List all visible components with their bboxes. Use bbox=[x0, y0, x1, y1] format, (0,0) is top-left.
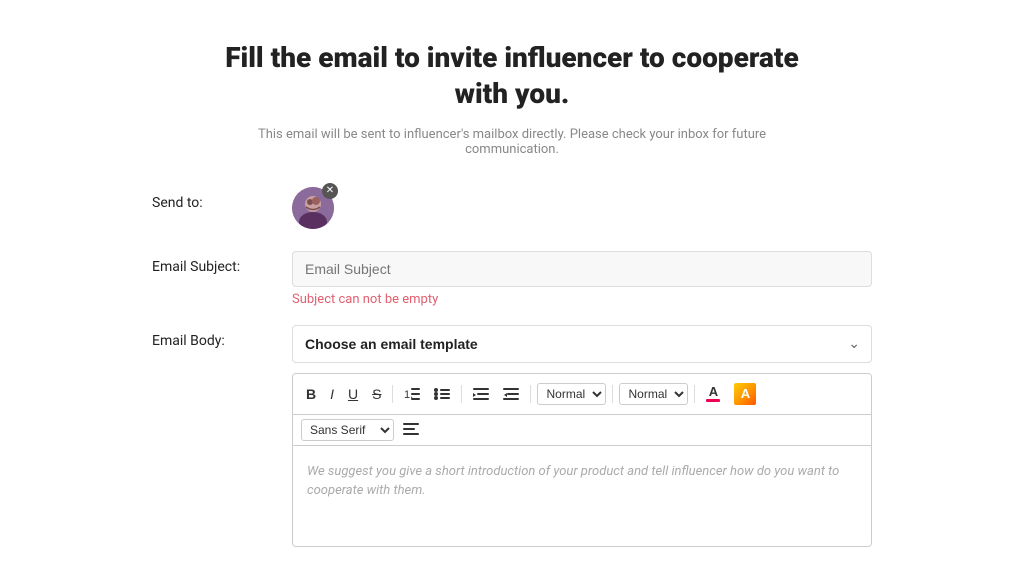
ordered-list-button[interactable]: 1. bbox=[399, 384, 425, 404]
editor-placeholder: We suggest you give a short introduction… bbox=[307, 464, 839, 498]
toolbar-divider-3 bbox=[530, 385, 531, 403]
template-select-wrapper: Choose an email template Introduction Te… bbox=[292, 325, 872, 363]
subject-error: Subject can not be empty bbox=[292, 292, 872, 307]
highlight-icon: A bbox=[734, 383, 756, 405]
send-to-label: Send to: bbox=[152, 187, 292, 211]
unordered-list-button[interactable] bbox=[429, 384, 455, 404]
email-body-label: Email Body: bbox=[152, 325, 292, 349]
email-form: Send to: ✕ Email Subject: bbox=[152, 187, 872, 547]
heading-select[interactable]: Normal H1 H2 H3 bbox=[619, 383, 688, 405]
email-body-row: Email Body: Choose an email template Int… bbox=[152, 325, 872, 547]
toolbar-divider-5 bbox=[694, 385, 695, 403]
editor-toolbar-row1: B I U S 1. bbox=[293, 374, 871, 415]
send-to-field: ✕ bbox=[292, 187, 872, 233]
email-subject-row: Email Subject: Subject can not be empty bbox=[152, 251, 872, 307]
page-title: Fill the email to invite influencer to c… bbox=[212, 40, 812, 113]
avatar-wrap: ✕ bbox=[292, 187, 334, 229]
font-family-select[interactable]: Sans Serif Serif Monospace bbox=[301, 419, 394, 441]
send-to-row: Send to: ✕ bbox=[152, 187, 872, 233]
font-color-button[interactable]: A bbox=[701, 382, 725, 405]
align-button[interactable] bbox=[398, 420, 424, 440]
page-subtitle: This email will be sent to influencer's … bbox=[232, 127, 792, 157]
toolbar-divider-2 bbox=[461, 385, 462, 403]
underline-button[interactable]: U bbox=[343, 383, 363, 405]
email-editor: B I U S 1. bbox=[292, 373, 872, 547]
editor-body[interactable]: We suggest you give a short introduction… bbox=[293, 446, 871, 546]
toolbar-divider-1 bbox=[392, 385, 393, 403]
editor-toolbar-row2: Sans Serif Serif Monospace bbox=[293, 415, 871, 446]
email-subject-field: Subject can not be empty bbox=[292, 251, 872, 307]
font-color-icon: A bbox=[706, 385, 720, 402]
indent-button[interactable] bbox=[468, 384, 494, 404]
outdent-button[interactable] bbox=[498, 384, 524, 404]
strikethrough-button[interactable]: S bbox=[367, 383, 386, 405]
email-body-field: Choose an email template Introduction Te… bbox=[292, 325, 872, 547]
remove-avatar-button[interactable]: ✕ bbox=[322, 183, 338, 199]
bold-button[interactable]: B bbox=[301, 383, 321, 405]
toolbar-divider-4 bbox=[612, 385, 613, 403]
font-size-select[interactable]: Normal Small Large Huge bbox=[537, 383, 606, 405]
highlight-button[interactable]: A bbox=[729, 380, 761, 408]
email-subject-input[interactable] bbox=[292, 251, 872, 287]
italic-button[interactable]: I bbox=[325, 383, 339, 405]
email-template-select[interactable]: Choose an email template Introduction Te… bbox=[292, 325, 872, 363]
email-subject-label: Email Subject: bbox=[152, 251, 292, 275]
